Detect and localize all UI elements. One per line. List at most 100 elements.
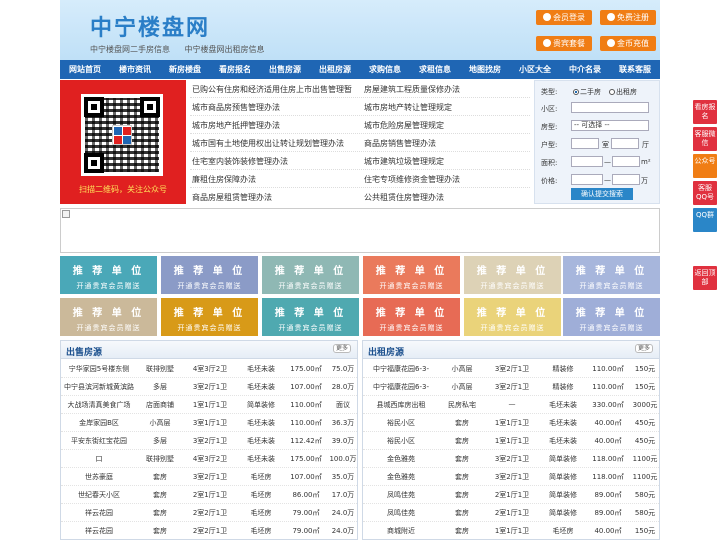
nav-want-rent[interactable]: 求租信息 (410, 60, 460, 79)
policy-link[interactable]: 住宅专项维修资金管理办法 (364, 174, 460, 185)
listing-row[interactable]: 中宁福康花园6-3- 小高层 3室2厅1卫 精装修 110.00㎡ 150元 (363, 378, 659, 396)
type-rental-radio[interactable]: 出租房 (609, 87, 637, 97)
listing-row[interactable]: 口 联排别墅 4室3厅2卫 毛坯未装 175.00㎡ 100.0万 (61, 450, 357, 468)
policy-link[interactable]: 城市危险房屋管理规定 (364, 120, 444, 131)
listing-name[interactable]: 金色雅苑 (365, 472, 437, 482)
ad-slot[interactable]: 推 荐 单 位开通贵宾会员赠送 (60, 256, 157, 294)
policy-link[interactable]: 城市建筑垃圾管理规定 (364, 156, 444, 167)
listing-row[interactable]: 祥云花园 套房 2室2厅1卫 毛坯房 79.00㎡ 24.0万 (61, 522, 357, 539)
nav-home[interactable]: 网站首页 (60, 60, 110, 79)
listing-row[interactable]: 裕民小区 套房 1室1厅1卫 毛坯未装 40.00㎡ 450元 (363, 432, 659, 450)
listing-row[interactable]: 商城附近 套房 1室1厅1卫 毛坯房 40.00㎡ 150元 (363, 522, 659, 539)
hall-select[interactable] (611, 138, 639, 149)
search-submit-button[interactable]: 确认提交搜索 (571, 188, 633, 200)
policy-link[interactable]: 商品房屋租赁管理办法 (192, 192, 272, 203)
price-max-input[interactable] (612, 174, 640, 185)
site-logo[interactable]: 中宁楼盘网 (90, 10, 210, 42)
listing-name[interactable]: 裕民小区 (365, 418, 437, 428)
listing-name[interactable]: 祥云花园 (63, 526, 135, 536)
listing-row[interactable]: 中宁县滨河新城黄滨路 多层 3室2厅1卫 毛坯未装 107.00㎡ 28.0万 (61, 378, 357, 396)
listing-name[interactable]: 平安东街红宝花园 (63, 436, 135, 446)
listing-row[interactable]: 金色雅苑 套房 3室2厅1卫 简单装修 118.00㎡ 1100元 (363, 468, 659, 486)
listing-name[interactable]: 商城附近 (365, 526, 437, 536)
sale-more-button[interactable]: 更多 (333, 344, 351, 353)
recharge-button[interactable]: 金币充值 (600, 36, 656, 51)
ad-slot[interactable]: 推 荐 单 位开通贵宾会员赠送 (60, 298, 157, 336)
nav-viewing-signup[interactable]: 看房报名 (210, 60, 260, 79)
policy-link[interactable]: 房屋建筑工程质量保修办法 (364, 84, 460, 95)
type-secondhand-radio[interactable]: 二手房 (573, 87, 601, 97)
listing-row[interactable]: 凤鸣佳苑 套房 2室1厅1卫 简单装修 89.00㎡ 580元 (363, 504, 659, 522)
room-select[interactable] (571, 138, 599, 149)
listing-row[interactable]: 宁华家园5号楼东侧 联排别墅 4室3厅2卫 毛坯未装 175.00㎡ 75.0万 (61, 360, 357, 378)
nav-for-rent[interactable]: 出租房源 (310, 60, 360, 79)
listing-row[interactable]: 金色雅苑 套房 3室2厅1卫 简单装修 118.00㎡ 1100元 (363, 450, 659, 468)
float-back-to-top[interactable]: 返回顶部 (693, 266, 717, 290)
nav-map-search[interactable]: 地图找房 (460, 60, 510, 79)
listing-name[interactable]: 中宁福康花园6-3- (365, 382, 437, 392)
policy-link[interactable]: 城市房地产转让管理规定 (364, 102, 452, 113)
secondhand-link[interactable]: 中宁楼盘网二手房信息 (90, 45, 170, 54)
policy-link[interactable]: 商品房销售管理办法 (364, 138, 436, 149)
listing-name[interactable]: 祥云花园 (63, 508, 135, 518)
housetype-select[interactable]: -- 可选择 -- (571, 120, 649, 131)
policy-link[interactable]: 已购公有住房和经济适用住房上市出售管理暂 (192, 84, 352, 95)
rent-more-button[interactable]: 更多 (635, 344, 653, 353)
policy-link[interactable]: 廉租住房保障办法 (192, 174, 256, 185)
ad-slot[interactable]: 推 荐 单 位开通贵宾会员赠送 (563, 256, 660, 294)
listing-name[interactable]: 凤鸣佳苑 (365, 490, 437, 500)
float-qq-service[interactable]: 客服QQ号 (693, 181, 717, 205)
nav-for-sale[interactable]: 出售房源 (260, 60, 310, 79)
listing-row[interactable]: 县城西库房出租 民房私宅 — 毛坯未装 330.00㎡ 3000元 (363, 396, 659, 414)
policy-link[interactable]: 城市房地产抵押管理办法 (192, 120, 280, 131)
listing-name[interactable]: 中宁县滨河新城黄滨路 (63, 382, 135, 392)
listing-row[interactable]: 祥云花园 套房 2室2厅1卫 毛坯房 79.00㎡ 24.0万 (61, 504, 357, 522)
float-viewing-signup[interactable]: 看房报名 (693, 100, 717, 124)
float-official-account[interactable]: 公众号 (693, 154, 717, 178)
listing-name[interactable]: 世纪春天小区 (63, 490, 135, 500)
ad-slot[interactable]: 推 荐 单 位开通贵宾会员赠送 (161, 298, 258, 336)
listing-row[interactable]: 裕民小区 套房 1室1厅1卫 毛坯未装 40.00㎡ 450元 (363, 414, 659, 432)
register-button[interactable]: 免费注册 (600, 10, 656, 25)
listing-row[interactable]: 世苏豪庭 套房 3室2厅1卫 毛坯房 107.00㎡ 35.0万 (61, 468, 357, 486)
ad-slot[interactable]: 推 荐 单 位开通贵宾会员赠送 (262, 256, 359, 294)
listing-name[interactable]: 凤鸣佳苑 (365, 508, 437, 518)
price-min-input[interactable] (571, 174, 603, 185)
listing-name[interactable]: 世苏豪庭 (63, 472, 135, 482)
listing-row[interactable]: 凤鸣佳苑 套房 2室1厅1卫 简单装修 89.00㎡ 580元 (363, 486, 659, 504)
area-max-input[interactable] (612, 156, 640, 167)
listing-row[interactable]: 大战场清真美食广场 店面商铺 1室1厅1卫 简单装修 110.00㎡ 面议 (61, 396, 357, 414)
listing-name[interactable]: 金色雅苑 (365, 454, 437, 464)
ad-banner[interactable] (60, 208, 660, 253)
listing-name[interactable]: 裕民小区 (365, 436, 437, 446)
ad-slot[interactable]: 推 荐 单 位开通贵宾会员赠送 (262, 298, 359, 336)
login-button[interactable]: 会员登录 (536, 10, 592, 25)
area-min-input[interactable] (571, 156, 603, 167)
policy-link[interactable]: 住宅室内装饰装修管理办法 (192, 156, 288, 167)
community-input[interactable] (571, 102, 649, 113)
ad-slot[interactable]: 推 荐 单 位开通贵宾会员赠送 (563, 298, 660, 336)
ad-slot[interactable]: 推 荐 单 位开通贵宾会员赠送 (464, 256, 561, 294)
listing-row[interactable]: 平安东街红宝花园 多层 3室2厅1卫 毛坯未装 112.42㎡ 39.0万 (61, 432, 357, 450)
ad-slot[interactable]: 推 荐 单 位开通贵宾会员赠送 (464, 298, 561, 336)
policy-link[interactable]: 城市商品房预售管理办法 (192, 102, 280, 113)
listing-name[interactable]: 口 (63, 454, 135, 464)
listing-name[interactable]: 大战场清真美食广场 (63, 400, 135, 410)
nav-agents[interactable]: 中介名录 (560, 60, 610, 79)
listing-name[interactable]: 宁华家园5号楼东侧 (63, 364, 135, 374)
listing-row[interactable]: 金岸家园B区 小高层 3室1厅1卫 毛坯未装 110.00㎡ 36.3万 (61, 414, 357, 432)
listing-name[interactable]: 县城西库房出租 (365, 400, 437, 410)
policy-link[interactable]: 城市国有土地使用权出让转让规划管理办法 (192, 138, 344, 149)
listing-row[interactable]: 中宁福康花园6-3- 小高层 3室2厅1卫 精装修 110.00㎡ 150元 (363, 360, 659, 378)
listing-name[interactable]: 中宁福康花园6-3- (365, 364, 437, 374)
listing-row[interactable]: 世纪春天小区 套房 2室1厅1卫 毛坯房 86.00㎡ 17.0万 (61, 486, 357, 504)
ad-slot[interactable]: 推 荐 单 位开通贵宾会员赠送 (161, 256, 258, 294)
listing-name[interactable]: 金岸家园B区 (63, 418, 135, 428)
nav-communities[interactable]: 小区大全 (510, 60, 560, 79)
float-qq-group[interactable]: QQ群 (693, 208, 717, 232)
nav-want-buy[interactable]: 求购信息 (360, 60, 410, 79)
ad-slot[interactable]: 推 荐 单 位开通贵宾会员赠送 (363, 256, 460, 294)
nav-contact[interactable]: 联系客服 (610, 60, 660, 79)
vip-package-button[interactable]: 贵宾套餐 (536, 36, 592, 51)
ad-slot[interactable]: 推 荐 单 位开通贵宾会员赠送 (363, 298, 460, 336)
